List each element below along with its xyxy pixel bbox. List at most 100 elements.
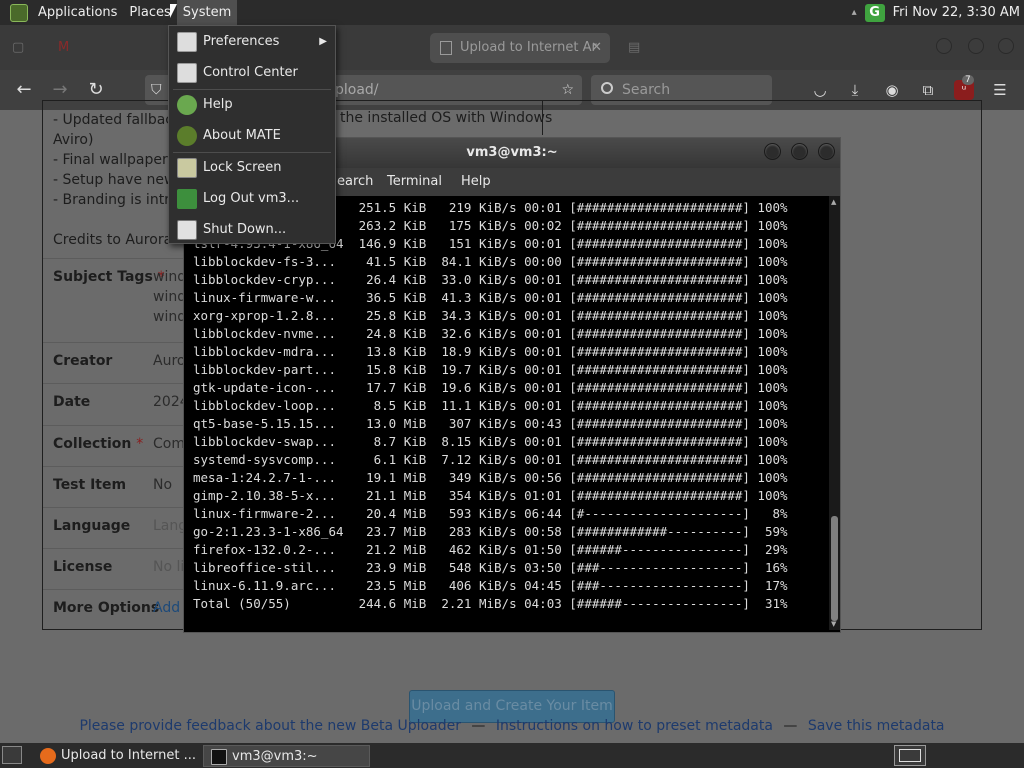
- field-value[interactable]: Add: [153, 600, 180, 616]
- account-icon[interactable]: ◉: [882, 80, 902, 100]
- terminal-line: linux-6.11.9.arc... 23.5 MiB 406 KiB/s 0…: [193, 578, 788, 593]
- terminal-menu-help[interactable]: Help: [461, 168, 491, 196]
- terminal-scroll-thumb[interactable]: [831, 516, 838, 621]
- menu-item-help[interactable]: Help: [169, 89, 335, 120]
- terminal-line: gtk-update-icon-... 17.7 KiB 19.6 KiB/s …: [193, 380, 788, 395]
- footer-links: Please provide feedback about the new Be…: [0, 718, 1024, 734]
- pocket-icon[interactable]: ◡: [810, 80, 830, 100]
- terminal-line: libblockdev-loop... 8.5 KiB 11.1 KiB/s 0…: [193, 398, 788, 413]
- feedback-link[interactable]: Please provide feedback about the new Be…: [79, 718, 461, 734]
- field-value[interactable]: No: [153, 477, 172, 493]
- extensions-icon[interactable]: ⧉: [918, 80, 938, 100]
- scroll-down-icon[interactable]: ▼: [831, 620, 836, 628]
- new-tab-ghost-icon[interactable]: ▤: [628, 35, 640, 61]
- terminal-line: libblockdev-swap... 8.7 KiB 8.15 KiB/s 0…: [193, 434, 788, 449]
- task-label: vm3@vm3:~: [232, 749, 318, 764]
- terminal-minimize-icon[interactable]: [764, 143, 781, 160]
- terminal-line: linux-firmware-w... 36.5 KiB 41.3 KiB/s …: [193, 290, 788, 305]
- terminal-line: linux-firmware-2... 20.4 MiB 593 KiB/s 0…: [193, 506, 788, 521]
- field-value[interactable]: wind: [153, 289, 186, 305]
- terminal-line: libblockdev-fs-3... 41.5 KiB 84.1 KiB/s …: [193, 254, 788, 269]
- applications-menu[interactable]: Applications: [32, 0, 123, 25]
- system-menu: Preferences ▶ Control Center Help About …: [168, 25, 336, 244]
- menu-item-label: Shut Down...: [203, 222, 287, 237]
- terminal-line: libblockdev-cryp... 26.4 KiB 33.0 KiB/s …: [193, 272, 788, 287]
- terminal-line: libblockdev-part... 15.8 KiB 19.7 KiB/s …: [193, 362, 788, 377]
- firefox-icon: [40, 748, 56, 764]
- terminal-line: firefox-132.0.2-... 21.2 MiB 462 KiB/s 0…: [193, 542, 788, 557]
- search-placeholder: Search: [622, 82, 671, 98]
- archive-tab-icon: [440, 41, 452, 55]
- url-text: pload/: [335, 82, 379, 98]
- help-icon: [177, 95, 197, 115]
- field-value[interactable]: Com: [153, 436, 185, 452]
- workspace-thumbnail: [899, 749, 921, 762]
- places-menu[interactable]: Places: [123, 0, 176, 25]
- menu-item-label: Lock Screen: [203, 160, 282, 175]
- menu-item-label: Log Out vm3...: [203, 191, 300, 206]
- tab-ghost-icon[interactable]: ▢: [12, 35, 24, 61]
- browser-minimize-icon[interactable]: [936, 38, 952, 54]
- terminal-menu-terminal[interactable]: Terminal: [387, 168, 442, 196]
- footer-separator: —: [471, 718, 486, 734]
- search-icon: [601, 82, 613, 94]
- browser-maximize-icon[interactable]: [968, 38, 984, 54]
- reload-icon[interactable]: ↻: [85, 79, 107, 101]
- terminal-menu-search[interactable]: earch: [337, 168, 373, 196]
- menu-item-label: Control Center: [203, 65, 298, 80]
- update-manager-icon[interactable]: G: [864, 3, 885, 22]
- field-value[interactable]: wind: [153, 309, 186, 325]
- menu-item-shut-down[interactable]: Shut Down...: [169, 214, 335, 245]
- terminal-line: Total (50/55) 244.6 MiB 2.21 MiB/s 04:03…: [193, 596, 788, 611]
- menu-item-lock-screen[interactable]: Lock Screen: [169, 152, 335, 183]
- log-out-icon: [177, 189, 197, 209]
- terminal-scrollbar[interactable]: ▲ ▼: [829, 196, 840, 630]
- show-desktop-icon[interactable]: [2, 746, 22, 764]
- mate-logo-icon[interactable]: [10, 3, 28, 22]
- menu-item-about-mate[interactable]: About MATE: [169, 120, 335, 151]
- terminal-close-icon[interactable]: [818, 143, 835, 160]
- mouse-cursor-icon: [170, 4, 177, 18]
- desc-right-text: the installed OS with Windows: [340, 110, 553, 126]
- terminal-maximize-icon[interactable]: [791, 143, 808, 160]
- field-label: Language: [53, 518, 131, 534]
- field-value[interactable]: wind: [153, 269, 186, 285]
- browser-close-icon[interactable]: [998, 38, 1014, 54]
- system-menu-button[interactable]: System: [176, 0, 238, 25]
- task-browser[interactable]: Upload to Internet ...: [33, 745, 201, 767]
- tab-title: Upload to Internet Ar: [460, 40, 597, 55]
- menu-item-control-center[interactable]: Control Center: [169, 57, 335, 88]
- terminal-line: libblockdev-mdra... 13.8 KiB 18.9 KiB/s …: [193, 344, 788, 359]
- menu-item-label: About MATE: [203, 128, 281, 143]
- workspace-switcher[interactable]: [894, 745, 926, 766]
- preferences-icon: [177, 32, 197, 52]
- tab-upload[interactable]: Upload to Internet Ar ✕: [430, 33, 610, 63]
- submenu-arrow-icon: ▶: [319, 36, 327, 47]
- task-terminal[interactable]: vm3@vm3:~: [203, 745, 370, 767]
- terminal-line: mesa-1:24.2.7-1-... 19.1 MiB 349 KiB/s 0…: [193, 470, 788, 485]
- field-label: License: [53, 559, 113, 575]
- menu-item-log-out[interactable]: Log Out vm3...: [169, 183, 335, 214]
- tab-close-icon[interactable]: ✕: [591, 33, 602, 63]
- shut-down-icon: [177, 220, 197, 240]
- forward-icon[interactable]: →: [49, 79, 71, 101]
- field-value[interactable]: Auro: [153, 353, 185, 369]
- downloads-icon[interactable]: ⤓: [845, 80, 865, 100]
- scroll-up-icon[interactable]: ▲: [831, 198, 836, 206]
- back-icon[interactable]: ←: [13, 79, 35, 101]
- menu-item-label: Help: [203, 97, 233, 112]
- field-value[interactable]: No li: [153, 559, 184, 575]
- terminal-output[interactable]: . 251.5 KiB 219 KiB/s 00:01 [###########…: [184, 196, 829, 630]
- field-label: More Options: [53, 600, 160, 616]
- menu-hamburger-icon[interactable]: ☰: [990, 80, 1010, 100]
- terminal-line: xorg-xprop-1.2.8... 25.8 KiB 34.3 KiB/s …: [193, 308, 788, 323]
- panel-right-area: ▴ G Fri Nov 22, 3:30 AM: [852, 0, 1020, 25]
- instructions-link[interactable]: Instructions on how to preset metadata: [496, 718, 773, 734]
- gmail-tab-icon[interactable]: M: [58, 35, 69, 61]
- menu-item-preferences[interactable]: Preferences ▶: [169, 26, 335, 57]
- terminal-line: libblockdev-nvme... 24.8 KiB 32.6 KiB/s …: [193, 326, 788, 341]
- save-metadata-link[interactable]: Save this metadata: [808, 718, 945, 734]
- panel-clock[interactable]: Fri Nov 22, 3:30 AM: [893, 5, 1020, 20]
- terminal-line: qt5-base-5.15.15... 13.0 MiB 307 KiB/s 0…: [193, 416, 788, 431]
- tab-bar: ▢ M Upload to Internet Ar ✕ ▤: [0, 25, 1024, 70]
